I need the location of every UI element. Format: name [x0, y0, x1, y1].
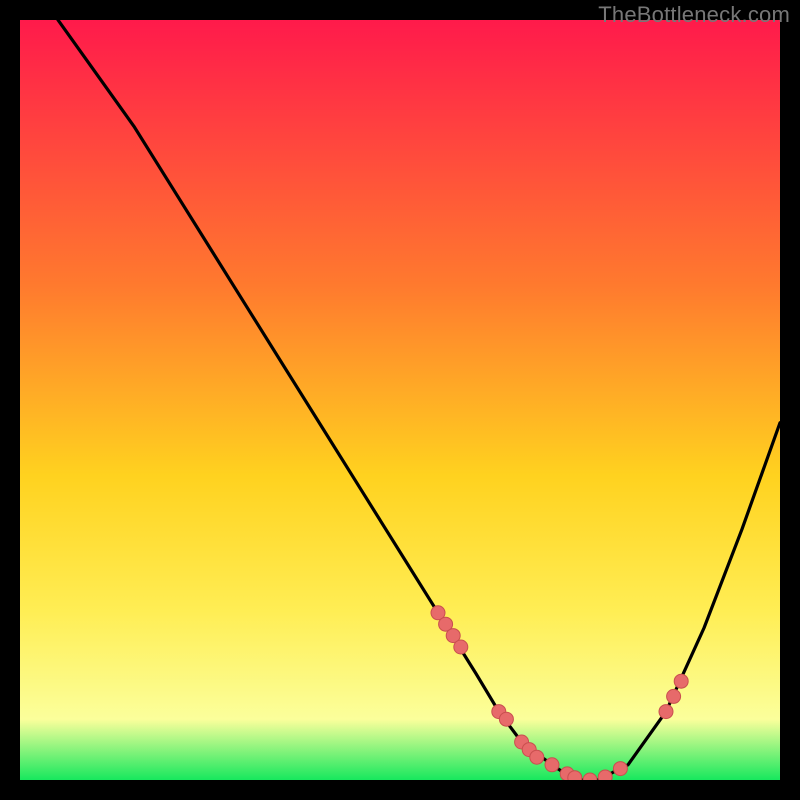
chart-frame [20, 20, 780, 780]
marker-dot [545, 758, 559, 772]
gradient-background [20, 20, 780, 780]
marker-dot [667, 689, 681, 703]
marker-dot [659, 705, 673, 719]
bottleneck-chart [20, 20, 780, 780]
marker-dot [530, 750, 544, 764]
marker-dot [499, 712, 513, 726]
marker-dot [568, 771, 582, 780]
marker-dot [613, 762, 627, 776]
marker-dot [674, 674, 688, 688]
marker-dot [454, 640, 468, 654]
marker-dot [598, 770, 612, 780]
attribution-label: TheBottleneck.com [598, 2, 790, 28]
